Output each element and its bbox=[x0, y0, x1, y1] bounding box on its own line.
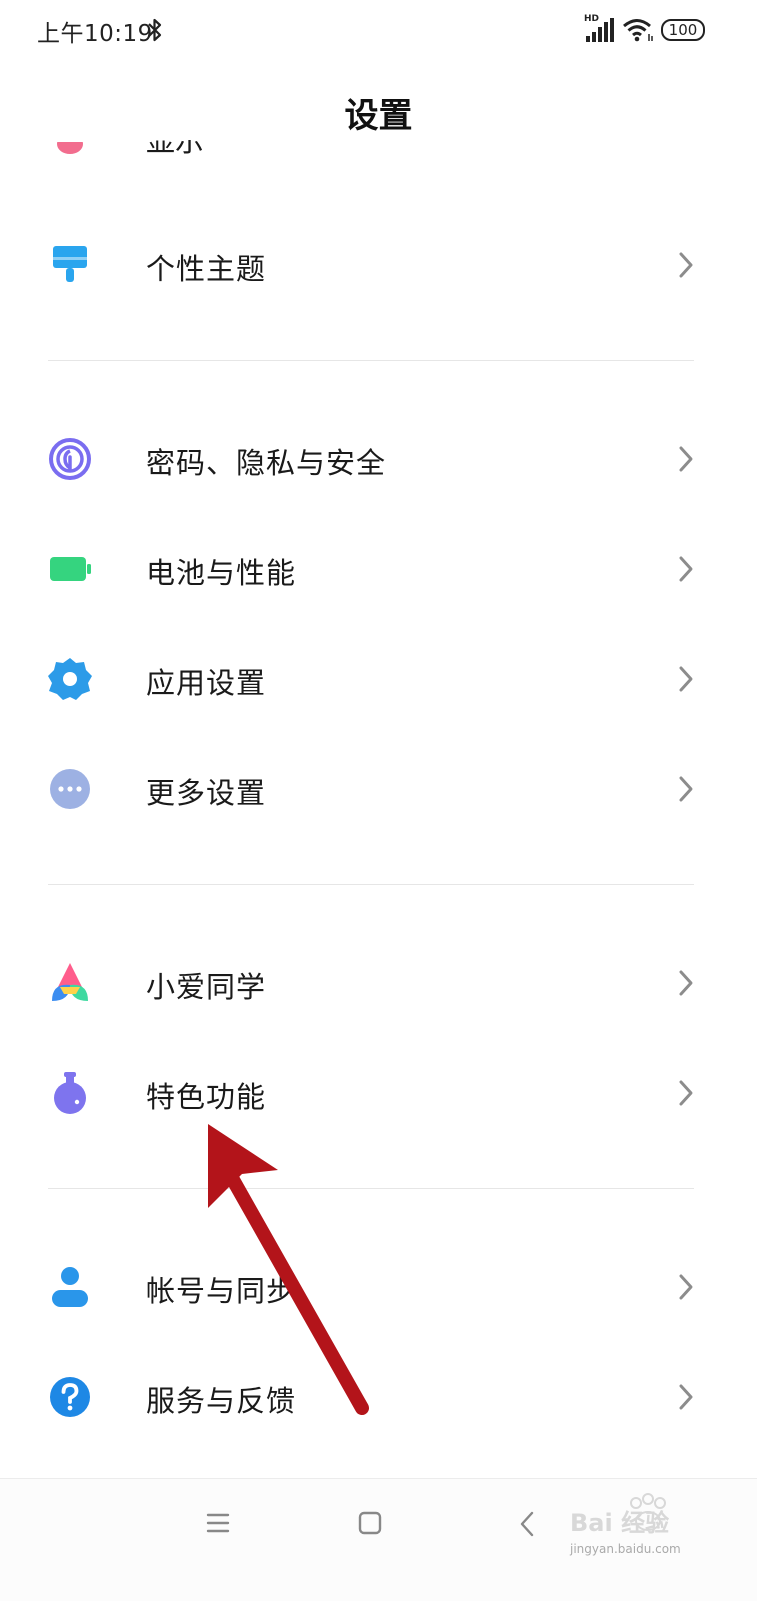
settings-item-label: 特色功能 bbox=[146, 1080, 267, 1114]
settings-item-label: 显示 bbox=[146, 140, 205, 158]
section-divider bbox=[48, 884, 694, 885]
chevron-right-icon bbox=[679, 666, 693, 692]
fingerprint-icon bbox=[49, 438, 91, 480]
home-square-icon[interactable] bbox=[358, 1511, 382, 1535]
chevron-right-icon bbox=[679, 1384, 693, 1410]
chevron-right-icon bbox=[679, 970, 693, 996]
chevron-right-icon bbox=[679, 252, 693, 278]
settings-item-label: 密码、隐私与安全 bbox=[146, 446, 387, 480]
settings-item-label: 电池与性能 bbox=[146, 556, 297, 590]
settings-item-more-settings[interactable]: 更多设置 bbox=[0, 734, 757, 844]
settings-item-account-sync[interactable]: 帐号与同步 bbox=[0, 1232, 757, 1342]
battery-icon bbox=[50, 557, 91, 581]
settings-item-battery-performance[interactable]: 电池与性能 bbox=[0, 514, 757, 624]
chevron-right-icon bbox=[679, 446, 693, 472]
settings-item-theme[interactable]: 个性主题 bbox=[0, 210, 757, 320]
back-chevron-icon[interactable] bbox=[518, 1511, 536, 1537]
settings-item-special-features[interactable]: 特色功能 bbox=[0, 1038, 757, 1148]
settings-item-label: 服务与反馈 bbox=[146, 1384, 297, 1418]
settings-list: 显示 个性主题 密码、隐私与安全 电池与性能 应用设置 更多设置 小爱同学 特色… bbox=[0, 0, 757, 1478]
settings-item-app-settings[interactable]: 应用设置 bbox=[0, 624, 757, 734]
settings-item-display-partial[interactable]: 显示 bbox=[146, 140, 204, 170]
section-divider bbox=[48, 1188, 694, 1189]
settings-item-label: 小爱同学 bbox=[146, 970, 267, 1004]
settings-item-label: 更多设置 bbox=[146, 776, 267, 810]
chevron-right-icon bbox=[679, 1274, 693, 1300]
display-icon bbox=[55, 142, 85, 172]
recents-menu-icon[interactable] bbox=[206, 1511, 230, 1535]
flask-icon bbox=[54, 1072, 86, 1114]
account-icon bbox=[52, 1267, 88, 1307]
chevron-right-icon bbox=[679, 1080, 693, 1106]
chevron-right-icon bbox=[679, 776, 693, 802]
xiaoai-icon bbox=[52, 963, 88, 1001]
chevron-right-icon bbox=[679, 556, 693, 582]
gear-icon bbox=[48, 658, 92, 700]
settings-item-label: 帐号与同步 bbox=[146, 1274, 297, 1308]
watermark-text: Bai 经验 bbox=[570, 1509, 669, 1537]
settings-item-label: 应用设置 bbox=[146, 666, 267, 700]
settings-item-privacy-security[interactable]: 密码、隐私与安全 bbox=[0, 404, 757, 514]
settings-item-service-feedback[interactable]: 服务与反馈 bbox=[0, 1342, 757, 1452]
more-icon bbox=[50, 769, 90, 809]
section-divider bbox=[48, 360, 694, 361]
settings-item-label: 个性主题 bbox=[146, 252, 267, 286]
watermark-url: jingyan.baidu.com bbox=[570, 1542, 681, 1556]
settings-item-xiaoai[interactable]: 小爱同学 bbox=[0, 928, 757, 1038]
paintbrush-icon bbox=[53, 246, 87, 282]
help-icon bbox=[50, 1377, 90, 1417]
